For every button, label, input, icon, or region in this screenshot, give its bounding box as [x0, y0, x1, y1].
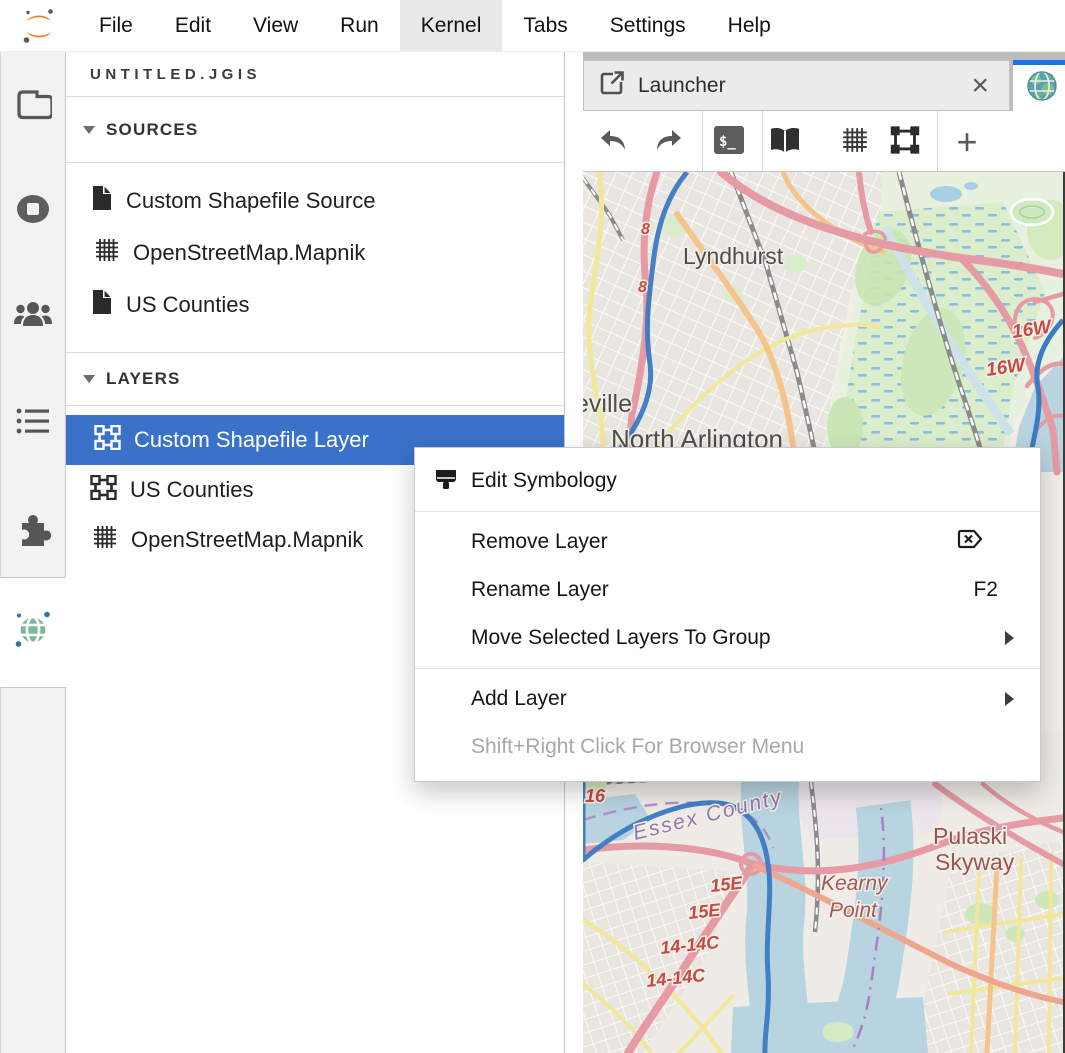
- jupyterlab-window: File Edit View Run Kernel Tabs Settings …: [0, 0, 1065, 1053]
- redo-icon: [653, 126, 685, 159]
- sources-section-header[interactable]: SOURCES: [66, 97, 564, 163]
- source-item-us-counties[interactable]: US Counties: [66, 279, 564, 331]
- panel-title: UNTITLED.JGIS: [66, 52, 564, 97]
- map-ref-16: 16: [585, 786, 606, 806]
- terminal-icon: $_: [712, 124, 746, 161]
- sidebar-tab-table-of-contents[interactable]: [14, 404, 52, 442]
- launcher-icon: [598, 69, 626, 102]
- menu-tabs[interactable]: Tabs: [502, 0, 588, 51]
- menu-item-move-layers-to-group[interactable]: Move Selected Layers To Group: [415, 614, 1040, 662]
- redo-button[interactable]: [649, 123, 689, 161]
- vector-square-icon: [94, 425, 121, 456]
- toolbar-separator: [702, 111, 703, 171]
- raster-grid-icon: [90, 237, 120, 269]
- undo-button[interactable]: [593, 123, 633, 161]
- menu-item-remove-layer[interactable]: Remove Layer: [415, 518, 1040, 566]
- menu-help[interactable]: Help: [707, 0, 792, 51]
- layer-item-label: US Counties: [130, 477, 254, 503]
- file-icon: [90, 288, 113, 322]
- menu-view[interactable]: View: [232, 0, 319, 51]
- sidebar-tab-extensions[interactable]: [14, 512, 52, 550]
- undo-icon: [597, 126, 629, 159]
- table-of-contents-icon: [14, 405, 52, 442]
- menu-settings[interactable]: Settings: [589, 0, 707, 51]
- open-book-icon: [767, 125, 803, 160]
- identify-button[interactable]: [765, 123, 805, 161]
- globe-icon: [1025, 69, 1059, 108]
- menu-divider: [415, 511, 1040, 512]
- map-label-lyndhurst: Lyndhurst: [683, 243, 784, 269]
- plus-icon: +: [956, 121, 977, 163]
- layers-header-label: LAYERS: [106, 369, 181, 389]
- add-button[interactable]: +: [947, 123, 987, 161]
- map-label-point: Point: [829, 899, 878, 922]
- raster-layer-button[interactable]: [835, 123, 875, 161]
- dock-tab-bar: Launcher ×: [583, 52, 1065, 111]
- source-item-label: Custom Shapefile Source: [126, 188, 375, 214]
- layers-section-header[interactable]: LAYERS: [66, 352, 564, 406]
- menu-kernel[interactable]: Kernel: [400, 0, 503, 51]
- toolbar-separator: [937, 111, 938, 171]
- map-ref-8: 8: [641, 221, 650, 238]
- sidebar-tab-jupytergis[interactable]: [14, 612, 52, 650]
- tab-launcher-label: Launcher: [638, 74, 726, 98]
- map-label-pulaski: Pulaski: [933, 823, 1007, 849]
- sidebar-tab-file-browser[interactable]: [14, 86, 52, 124]
- map-label-skyway: Skyway: [935, 849, 1015, 875]
- file-icon: [90, 184, 113, 218]
- menu-run[interactable]: Run: [319, 0, 400, 51]
- submenu-arrow-icon: [1005, 692, 1014, 706]
- raster-grid-icon: [92, 524, 118, 556]
- jupyter-logo-icon: [0, 0, 78, 51]
- vector-layer-button[interactable]: [885, 123, 925, 161]
- extension-puzzle-icon: [14, 511, 52, 552]
- map-ref-15e: 15E: [709, 873, 744, 896]
- menu-edit[interactable]: Edit: [154, 0, 232, 51]
- layer-item-label: Custom Shapefile Layer: [134, 427, 369, 453]
- map-label-kearny: Kearny: [821, 872, 889, 895]
- menu-item-edit-symbology[interactable]: Edit Symbology: [415, 457, 1040, 505]
- jupytergis-globe-icon: [12, 608, 54, 655]
- sources-list: Custom Shapefile Source OpenStreetMap.Ma…: [66, 163, 564, 331]
- chevron-down-icon: [83, 126, 95, 134]
- running-kernels-icon: [14, 192, 52, 231]
- menu-divider: [415, 668, 1040, 669]
- tab-launcher[interactable]: Launcher ×: [583, 60, 1010, 111]
- map-label-eville: eville: [583, 390, 632, 418]
- sources-header-label: SOURCES: [106, 120, 198, 140]
- source-item-label: OpenStreetMap.Mapnik: [133, 240, 365, 266]
- menu-item-browser-menu-hint: Shift+Right Click For Browser Menu: [415, 723, 1040, 771]
- sidebar-tab-collaboration[interactable]: [14, 297, 52, 335]
- sidebar-tab-running-kernels[interactable]: [14, 192, 52, 230]
- menu-bar: File Edit View Run Kernel Tabs Settings …: [0, 0, 1065, 52]
- tab-jgis-document[interactable]: [1013, 60, 1065, 111]
- toolbar-separator: [762, 111, 763, 171]
- activity-bar: [0, 52, 66, 1053]
- terminal-button[interactable]: $_: [709, 123, 749, 161]
- map-ref-8: 8: [638, 279, 647, 296]
- source-item-custom-shapefile[interactable]: Custom Shapefile Source: [66, 175, 564, 227]
- map-ref-15e: 15E: [687, 900, 722, 923]
- collaboration-users-icon: [13, 297, 53, 336]
- folder-icon: [14, 86, 52, 125]
- vector-square-icon: [90, 475, 117, 506]
- menu-file[interactable]: File: [78, 0, 154, 51]
- map-toolbar: $_: [583, 111, 1065, 172]
- svg-text:$_: $_: [719, 134, 736, 150]
- brush-icon: [431, 467, 461, 495]
- delete-tag-icon: [956, 526, 984, 558]
- close-icon[interactable]: ×: [971, 71, 989, 101]
- raster-grid-icon: [841, 126, 869, 159]
- menu-item-add-layer[interactable]: Add Layer: [415, 675, 1040, 723]
- activity-bar-bottom-section: [0, 687, 66, 1053]
- submenu-arrow-icon: [1005, 631, 1014, 645]
- layer-context-menu: Edit Symbology Remove Layer Rename Layer…: [414, 447, 1041, 782]
- shortcut-label: F2: [973, 578, 998, 602]
- chevron-down-icon: [83, 375, 95, 383]
- source-item-label: US Counties: [126, 292, 250, 318]
- source-item-openstreetmap[interactable]: OpenStreetMap.Mapnik: [66, 227, 564, 279]
- menu-item-rename-layer[interactable]: Rename Layer F2: [415, 566, 1040, 614]
- vector-square-icon: [889, 125, 921, 160]
- layer-item-label: OpenStreetMap.Mapnik: [131, 527, 363, 553]
